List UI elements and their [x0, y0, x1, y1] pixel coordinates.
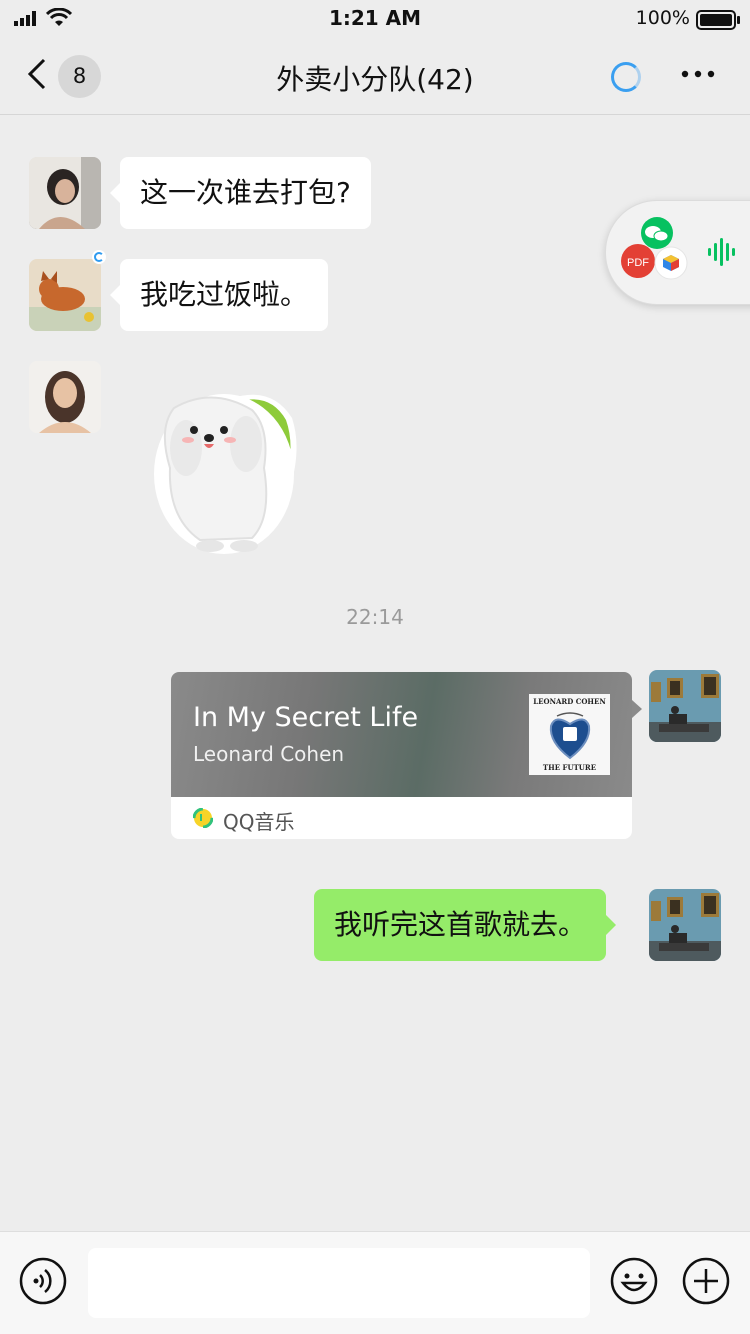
- loading-icon: [611, 62, 641, 92]
- input-bar: [0, 1231, 750, 1334]
- svg-text:PDF: PDF: [627, 257, 649, 269]
- message-bubble-2[interactable]: 我吃过饭啦。: [109, 259, 329, 331]
- floating-mini-panel[interactable]: PDF: [605, 200, 750, 305]
- cover-title-text: LEONARD COHEN: [533, 697, 606, 706]
- avatar-photo: [29, 157, 101, 229]
- music-share-card[interactable]: In My Secret Life Leonard Cohen LEONARD …: [171, 672, 642, 839]
- message-text: 我吃过饭啦。: [140, 278, 309, 311]
- avatar-photo: [29, 259, 101, 331]
- song-title: In My Secret Life: [193, 702, 419, 733]
- message-text: 我听完这首歌就去。: [334, 908, 587, 941]
- avatar-photo: [649, 670, 721, 742]
- voice-input-icon[interactable]: [19, 1257, 67, 1305]
- avatar-self[interactable]: [649, 889, 721, 961]
- avatar-member-3[interactable]: [29, 361, 101, 433]
- floating-app-icons: PDF: [621, 217, 688, 280]
- message-input[interactable]: [88, 1248, 590, 1318]
- message-text: 这一次谁去打包?: [140, 176, 351, 209]
- battery-percent: 100%: [635, 7, 690, 29]
- battery-icon: [696, 10, 740, 30]
- nav-bar: 8 外卖小分队(42): [0, 36, 750, 115]
- message-bubble-self[interactable]: 我听完这首歌就去。: [314, 889, 617, 961]
- song-artist: Leonard Cohen: [193, 742, 345, 766]
- sticker-dogs-image[interactable]: [152, 388, 302, 558]
- unread-count-badge[interactable]: 8: [58, 55, 101, 98]
- voice-wave-icon: [708, 238, 735, 266]
- message-timestamp: 22:14: [346, 605, 404, 629]
- music-card-header: In My Secret Life Leonard Cohen LEONARD …: [171, 672, 632, 797]
- emoji-icon[interactable]: [610, 1257, 658, 1305]
- story-status-icon: [92, 250, 106, 264]
- more-icon[interactable]: [676, 62, 720, 86]
- qq-music-icon: [193, 808, 213, 828]
- back-chevron-icon[interactable]: [24, 56, 54, 92]
- avatar-member-2[interactable]: [29, 259, 101, 331]
- avatar-member-1[interactable]: [29, 157, 101, 229]
- status-bar: 1:21 AM 100%: [0, 0, 750, 36]
- cover-subtitle-text: THE FUTURE: [542, 763, 597, 772]
- plus-icon[interactable]: [682, 1257, 730, 1305]
- music-app-name: QQ音乐: [223, 810, 295, 834]
- album-cover[interactable]: LEONARD COHEN THE FUTURE: [529, 694, 610, 775]
- play-stop-icon[interactable]: [563, 727, 577, 741]
- avatar-photo: [649, 889, 721, 961]
- avatar-photo: [29, 361, 101, 433]
- message-bubble-1[interactable]: 这一次谁去打包?: [110, 157, 371, 229]
- avatar-self[interactable]: [649, 670, 721, 742]
